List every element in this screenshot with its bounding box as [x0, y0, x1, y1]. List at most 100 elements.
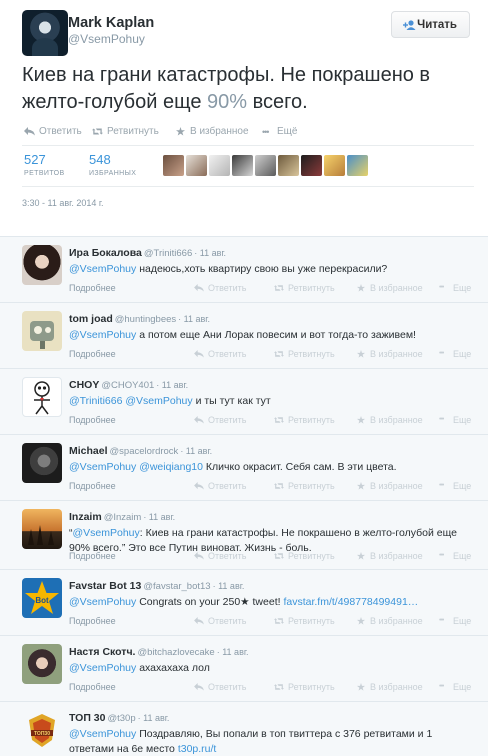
- mention-link[interactable]: @VsemPohuy: [69, 662, 136, 674]
- favstar-link[interactable]: favstar.fm/t/498778499491…: [283, 596, 418, 608]
- reply-author-name[interactable]: Inzaim: [69, 511, 102, 523]
- favorite-action[interactable]: В избранное: [356, 283, 439, 293]
- reply-action[interactable]: Ответить: [194, 283, 274, 293]
- favorite-action[interactable]: В избранное: [356, 551, 439, 561]
- star-bot-icon[interactable]: Bot: [22, 578, 62, 618]
- more-action[interactable]: ••• Еще: [439, 415, 471, 425]
- details-link[interactable]: Подробнее: [69, 349, 116, 359]
- more-action[interactable]: ••• Еще: [439, 551, 471, 561]
- favoriter-avatar[interactable]: [186, 155, 207, 176]
- reply-date[interactable]: · 11 авг.: [180, 446, 212, 456]
- mention-link[interactable]: @VsemPohuy: [69, 596, 136, 608]
- favoriter-avatar[interactable]: [301, 155, 322, 176]
- retweet-action[interactable]: Ретвитнуть: [274, 551, 356, 561]
- more-action[interactable]: ••• Еще: [439, 682, 471, 692]
- retweet-action[interactable]: Ретвитнуть: [274, 283, 356, 293]
- reply-author-handle[interactable]: @bitchazlovecake: [137, 647, 214, 658]
- reply-action[interactable]: Ответить: [194, 415, 274, 425]
- reply-author-handle[interactable]: @spacelordrock: [110, 446, 179, 457]
- favorite-action[interactable]: В избранное: [356, 481, 439, 491]
- more-action[interactable]: ••• Ещё: [262, 126, 297, 137]
- reply-author-name[interactable]: CHOY: [69, 379, 99, 391]
- mention-link[interactable]: @Triniti666 @VsemPohuy: [69, 395, 193, 407]
- retweet-action[interactable]: Ретвитнуть: [274, 481, 356, 491]
- more-action[interactable]: ••• Еще: [439, 616, 471, 626]
- favoriter-avatar[interactable]: [347, 155, 368, 176]
- reply-action[interactable]: Ответить: [24, 126, 82, 137]
- details-link[interactable]: Подробнее: [69, 551, 116, 561]
- details-link[interactable]: Подробнее: [69, 415, 116, 425]
- reply-date[interactable]: · 11 авг.: [178, 314, 210, 324]
- favoriter-avatar[interactable]: [324, 155, 345, 176]
- more-action[interactable]: ••• Еще: [439, 481, 471, 491]
- author-name[interactable]: Mark Kaplan: [68, 15, 154, 31]
- reply-author-handle[interactable]: @favstar_bot13: [143, 581, 210, 592]
- reply-author-handle[interactable]: @huntingbees: [115, 314, 176, 325]
- author-handle[interactable]: @VsemPohuy: [68, 32, 145, 46]
- reply-action[interactable]: Ответить: [194, 616, 274, 626]
- reply-action[interactable]: Ответить: [194, 682, 274, 692]
- reply-item[interactable]: Bot Favstar Bot 13 @favstar_bot13 · 11 авг…: [0, 570, 488, 636]
- top30-badge-icon[interactable]: ТОП30: [22, 710, 62, 750]
- reply-item[interactable]: Inzaim @Inzaim · 11 авг. “@VsemPohuy: Киев…: [0, 501, 488, 570]
- favoriter-avatar[interactable]: [278, 155, 299, 176]
- reply-date[interactable]: · 11 авг.: [143, 512, 175, 522]
- mention-link[interactable]: @VsemPohuy: [69, 329, 136, 341]
- girl-avatar-icon[interactable]: [22, 644, 62, 684]
- details-link[interactable]: Подробнее: [69, 682, 116, 692]
- reply-author-handle[interactable]: @Triniti666: [144, 248, 192, 259]
- reply-action[interactable]: Ответить: [194, 481, 274, 491]
- details-link[interactable]: Подробнее: [69, 616, 116, 626]
- reply-action[interactable]: Ответить: [194, 349, 274, 359]
- favorites-count[interactable]: 548: [89, 152, 111, 167]
- favorite-action[interactable]: В избранное: [356, 616, 439, 626]
- favorite-action[interactable]: В избранное: [356, 415, 439, 425]
- favoriter-avatar[interactable]: [232, 155, 253, 176]
- retweet-action[interactable]: Ретвитнуть: [274, 415, 356, 425]
- retweet-action[interactable]: Ретвитнуть: [92, 126, 159, 137]
- reply-author-name[interactable]: Michael: [69, 445, 108, 457]
- reply-date[interactable]: · 11 авг.: [156, 380, 188, 390]
- mention-link[interactable]: @VsemPohuy @weiqiang10: [69, 461, 203, 473]
- reply-item[interactable]: tom joad @huntingbees · 11 авг. @VsemPohuy…: [0, 303, 488, 369]
- reply-item[interactable]: Настя Скотч. @bitchazlovecake · 11 авг. @V…: [0, 636, 488, 702]
- more-action[interactable]: ••• Еще: [439, 349, 471, 359]
- retweet-action[interactable]: Ретвитнуть: [274, 682, 356, 692]
- woman-avatar-icon[interactable]: [22, 245, 62, 285]
- man-avatar-icon[interactable]: [22, 443, 62, 483]
- favorite-action[interactable]: В избранное: [356, 682, 439, 692]
- mention-link[interactable]: @VsemPohuy: [73, 527, 140, 539]
- reply-author-handle[interactable]: @t30p: [107, 713, 135, 724]
- author-avatar[interactable]: [22, 10, 68, 56]
- reply-item[interactable]: ТОП30 ТОП 30 @t30p · 11 авг. @VsemPohuy По…: [0, 702, 488, 756]
- reply-author-name[interactable]: Ира Бокалова: [69, 247, 142, 259]
- favoriter-avatar[interactable]: [209, 155, 230, 176]
- tweet-timestamp[interactable]: 3:30 - 11 авг. 2014 г.: [22, 198, 104, 208]
- retweets-count[interactable]: 527: [24, 152, 46, 167]
- reply-date[interactable]: · 11 авг.: [138, 713, 170, 723]
- mention-link[interactable]: @VsemPohuy: [69, 728, 136, 740]
- favoriter-avatar[interactable]: [163, 155, 184, 176]
- favorite-action[interactable]: В избранное: [175, 126, 249, 137]
- sunset-avatar-icon[interactable]: [22, 509, 62, 549]
- details-link[interactable]: Подробнее: [69, 481, 116, 491]
- reply-author-name[interactable]: tom joad: [69, 313, 113, 325]
- favorite-action[interactable]: В избранное: [356, 349, 439, 359]
- robot-avatar-icon[interactable]: [22, 311, 62, 351]
- t30p-link[interactable]: t30p.ru/t: [178, 743, 217, 755]
- reply-date[interactable]: · 11 авг.: [217, 647, 249, 657]
- reply-author-name[interactable]: ТОП 30: [69, 712, 105, 724]
- reply-author-handle[interactable]: @CHOY401: [101, 380, 154, 391]
- reply-author-name[interactable]: Favstar Bot 13: [69, 580, 141, 592]
- reply-item[interactable]: Michael @spacelordrock · 11 авг. @VsemPohu…: [0, 435, 488, 501]
- reply-date[interactable]: · 11 авг.: [194, 248, 226, 258]
- reply-author-handle[interactable]: @Inzaim: [104, 512, 142, 523]
- follow-button[interactable]: Читать: [391, 11, 470, 38]
- reply-date[interactable]: · 11 авг.: [213, 581, 245, 591]
- mention-link[interactable]: @VsemPohuy: [69, 263, 136, 275]
- more-action[interactable]: ••• Еще: [439, 283, 471, 293]
- retweet-action[interactable]: Ретвитнуть: [274, 349, 356, 359]
- reply-item[interactable]: CHOY @CHOY401 · 11 авг. @Triniti666 @VsemP…: [0, 369, 488, 435]
- details-link[interactable]: Подробнее: [69, 283, 116, 293]
- reply-author-name[interactable]: Настя Скотч.: [69, 646, 135, 658]
